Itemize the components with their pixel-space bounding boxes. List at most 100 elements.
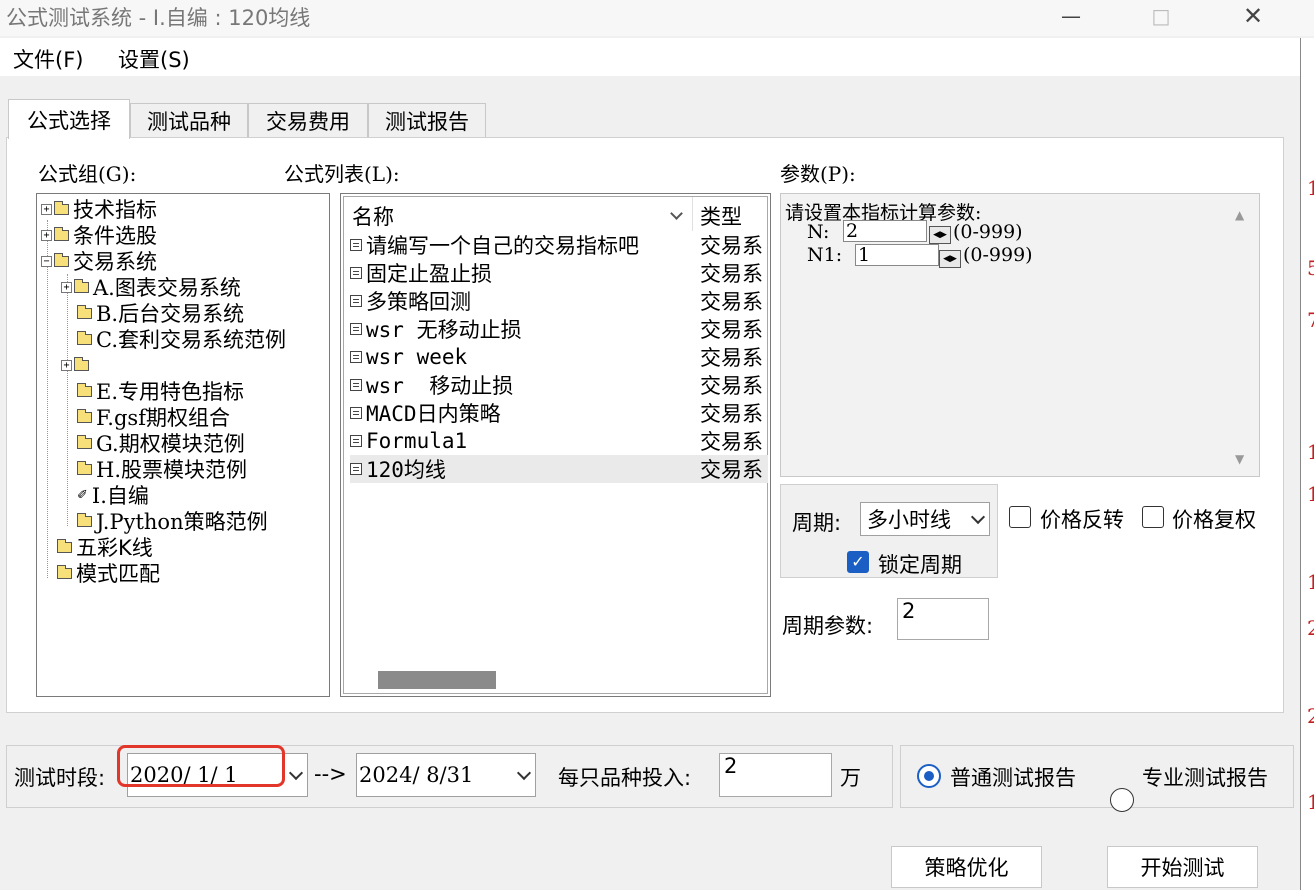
background-digit: 2	[1307, 704, 1314, 728]
list-item[interactable]: MACD日内策略 交易系	[350, 399, 768, 427]
expand-plus-icon[interactable]: +	[41, 203, 52, 215]
list-item-name: 多策略回测	[366, 290, 471, 314]
list-item-type: 交易系	[700, 234, 763, 258]
close-button[interactable]: ✕	[1230, 0, 1276, 32]
document-icon	[350, 295, 362, 307]
optimize-button[interactable]: 策略优化	[891, 846, 1042, 888]
normal-report-label: 普通测试报告	[950, 766, 1076, 790]
lock-period-checkbox[interactable]: ✓	[847, 551, 869, 573]
list-item[interactable]: 请编写一个自己的交易指标吧 交易系	[350, 231, 768, 259]
folder-icon	[74, 278, 89, 293]
pro-report-label: 专业测试报告	[1142, 766, 1268, 790]
period-param-label: 周期参数:	[782, 614, 874, 638]
menu-file[interactable]: 文件(F)	[13, 44, 83, 74]
folder-icon	[77, 460, 92, 475]
tree-item-f[interactable]: F.gsf期权组合	[77, 404, 230, 430]
list-item-type: 交易系	[700, 374, 763, 398]
background-digit: 1	[1307, 176, 1314, 200]
list-item[interactable]: wsr 无移动止损 交易系	[350, 315, 768, 343]
invest-input[interactable]: 2	[719, 753, 832, 797]
tree-item-cond[interactable]: + 条件选股	[41, 222, 157, 248]
background-digit: 1	[1307, 440, 1314, 464]
background-window-edge: 1 5 7 1 1 1 2 2 1	[1300, 38, 1314, 890]
pro-report-radio[interactable]	[1110, 788, 1134, 812]
expand-plus-icon[interactable]: +	[61, 281, 72, 293]
formula-group-tree[interactable]: + 技术指标 + 条件选股 − 交易系统 + A.图表交易系统 B.后台交易系统 C.套…	[36, 193, 330, 697]
param-n-label: N:	[807, 221, 830, 243]
column-header-type[interactable]: 类型	[700, 201, 742, 231]
list-item-name: 固定止盈止损	[366, 262, 492, 286]
background-digit: 1	[1307, 790, 1314, 814]
tree-item-b[interactable]: B.后台交易系统	[77, 300, 244, 326]
list-item-selected[interactable]: 120均线 交易系	[350, 455, 768, 483]
document-icon	[350, 267, 362, 279]
tree-item-pattern[interactable]: 模式匹配	[57, 560, 160, 586]
folder-icon	[57, 538, 72, 553]
tree-item-tech[interactable]: + 技术指标	[41, 196, 157, 222]
tree-item-trade[interactable]: − 交易系统	[41, 248, 157, 274]
scroll-up-icon[interactable]: ▲	[1235, 208, 1244, 222]
tree-item-five[interactable]: 五彩K线	[57, 534, 153, 560]
price-adjust-label: 价格复权	[1172, 508, 1256, 532]
period-param-input[interactable]: 2	[897, 598, 989, 640]
pencil-icon: ✐	[77, 487, 88, 503]
spin-arrows-icon[interactable]: ◀▶	[929, 226, 951, 244]
list-item[interactable]: 固定止盈止损 交易系	[350, 259, 768, 287]
background-digit: 7	[1307, 308, 1314, 332]
tree-item-e[interactable]: E.专用特色指标	[77, 378, 244, 404]
list-item-name: wsr 移动止损	[366, 374, 514, 398]
tree-item-j[interactable]: J.Python策略范例	[77, 508, 268, 534]
document-icon	[350, 435, 362, 447]
expand-plus-icon[interactable]: +	[61, 359, 72, 371]
price-reverse-checkbox[interactable]	[1009, 506, 1031, 528]
tree-item-g[interactable]: G.期权模块范例	[77, 430, 245, 456]
tab-test-report[interactable]: 测试报告	[368, 103, 486, 137]
param-n-input[interactable]: 2	[843, 220, 927, 242]
list-item-type: 交易系	[700, 290, 763, 314]
document-icon	[350, 463, 362, 475]
price-reverse-label: 价格反转	[1040, 508, 1124, 532]
column-header-name[interactable]: 名称	[352, 201, 394, 231]
sort-chevron-icon[interactable]	[670, 207, 683, 220]
tree-item-c[interactable]: C.套利交易系统范例	[77, 326, 286, 352]
expand-plus-icon[interactable]: +	[41, 229, 52, 241]
chevron-down-icon	[516, 765, 532, 781]
highlight-box	[117, 745, 285, 787]
list-item[interactable]: wsr week 交易系	[350, 343, 768, 371]
folder-icon	[54, 226, 69, 241]
list-item[interactable]: wsr 移动止损 交易系	[350, 371, 768, 399]
collapse-minus-icon[interactable]: −	[41, 255, 52, 267]
minimize-button[interactable]: —	[1048, 0, 1094, 32]
period-select-value: 多小时线	[867, 508, 951, 532]
background-digit: 2	[1307, 616, 1314, 640]
folder-icon	[77, 382, 92, 397]
tree-item-d[interactable]: +	[61, 352, 93, 378]
document-icon	[350, 379, 362, 391]
tab-formula-select[interactable]: 公式选择	[8, 99, 130, 139]
start-test-button[interactable]: 开始测试	[1107, 846, 1258, 888]
list-item[interactable]: Formula1 交易系	[350, 427, 768, 455]
tree-item-a[interactable]: + A.图表交易系统	[61, 274, 241, 300]
param-n-range: (0-999)	[953, 221, 1023, 243]
horizontal-scrollbar-thumb[interactable]	[378, 671, 496, 689]
spin-arrows-icon[interactable]: ◀▶	[939, 250, 961, 268]
tree-item-label: C.套利交易系统范例	[96, 328, 286, 352]
folder-icon	[77, 434, 92, 449]
end-date-picker[interactable]: 2024/ 8/31	[356, 753, 536, 797]
chevron-down-icon	[970, 509, 986, 525]
maximize-button[interactable]: □	[1138, 0, 1184, 32]
folder-icon	[77, 408, 92, 423]
list-item[interactable]: 多策略回测 交易系	[350, 287, 768, 315]
menu-settings[interactable]: 设置(S)	[118, 44, 190, 74]
formula-list[interactable]: 名称 类型 请编写一个自己的交易指标吧 交易系 固定止盈止损 交易系 多策略回测 交易…	[340, 193, 771, 697]
param-n1-input[interactable]: 1	[855, 244, 939, 266]
tree-item-i[interactable]: ✐ I.自编	[77, 482, 149, 508]
params-panel: 请设置本指标计算参数: N: 2 ◀▶ (0-999) N1: 1 ◀▶ (0-…	[780, 193, 1260, 477]
tree-item-h[interactable]: H.股票模块范例	[77, 456, 247, 482]
scroll-down-icon[interactable]: ▼	[1235, 452, 1244, 466]
price-adjust-checkbox[interactable]	[1142, 506, 1164, 528]
tab-test-instruments[interactable]: 测试品种	[130, 103, 248, 137]
normal-report-radio[interactable]	[917, 764, 941, 788]
period-select[interactable]: 多小时线	[860, 502, 990, 536]
tab-trading-fees[interactable]: 交易费用	[248, 103, 368, 137]
